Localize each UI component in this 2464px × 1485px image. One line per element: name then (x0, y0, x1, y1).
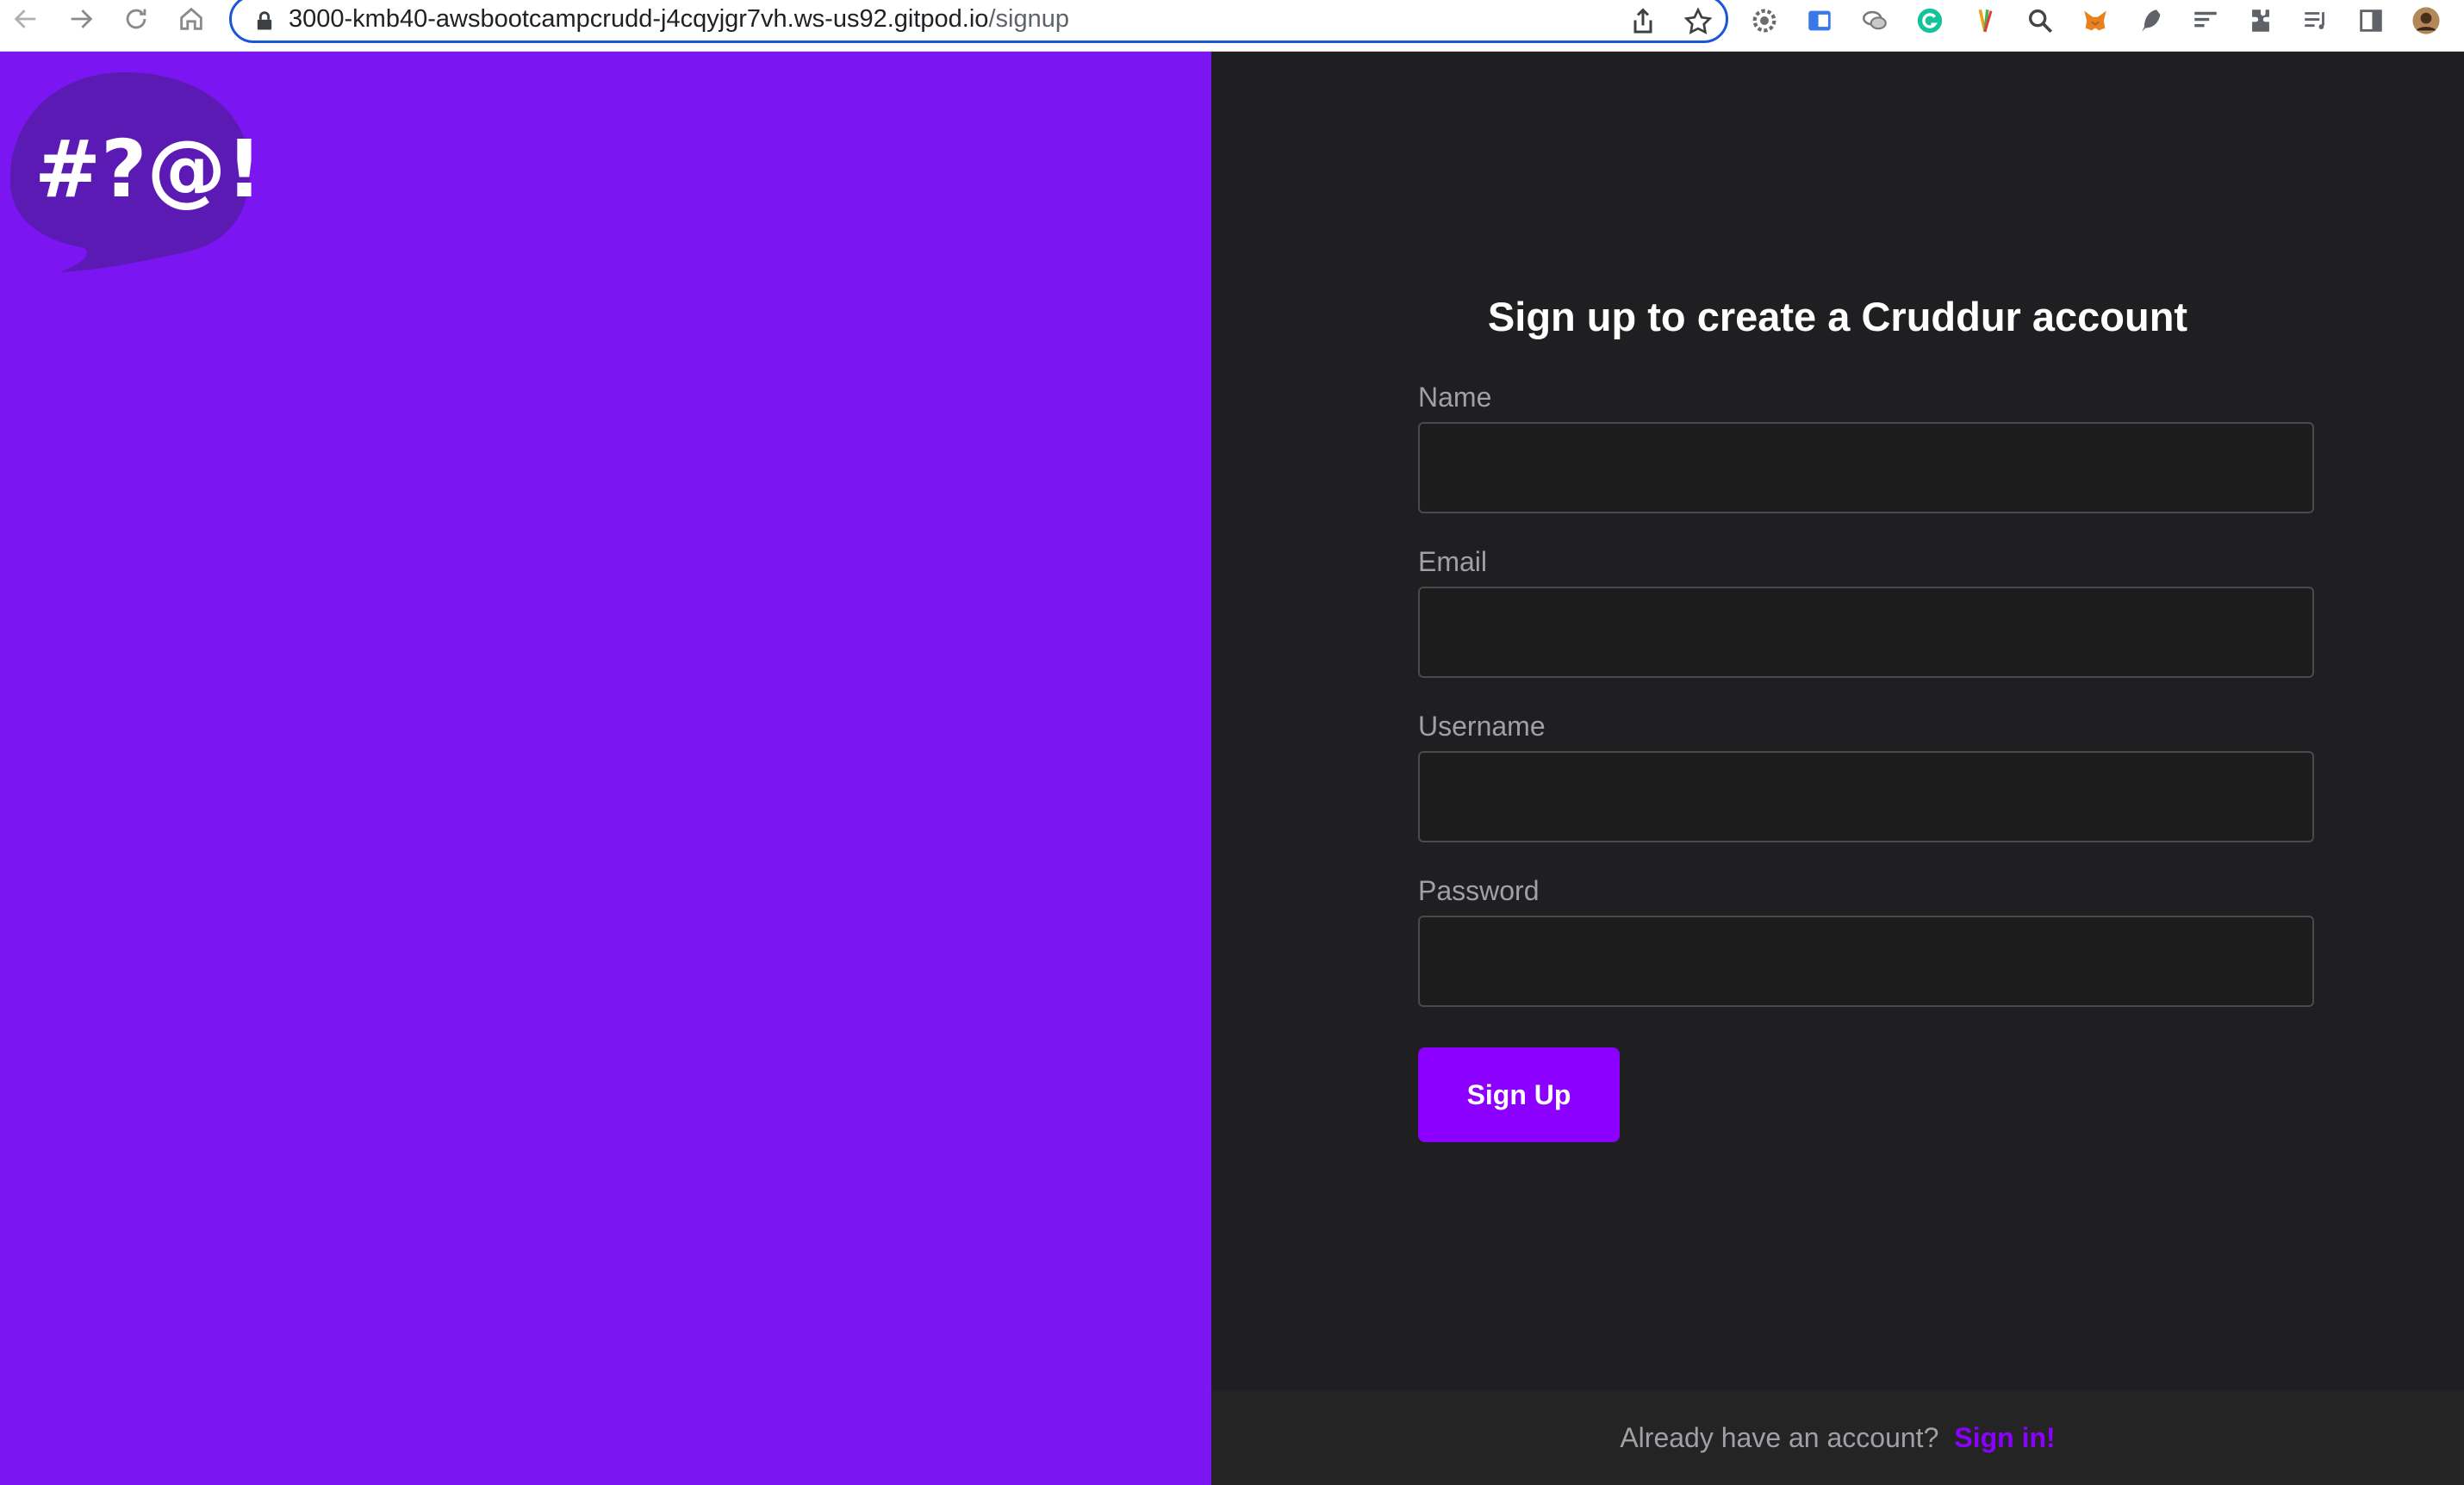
already-have-account-text: Already have an account? (1620, 1421, 1939, 1453)
share-icon[interactable] (1627, 6, 1658, 37)
settings-gear-extension[interactable] (1747, 3, 1782, 38)
url-text: 3000-kmb40-awsbootcampcrudd-j4cqyjgr7vh.… (289, 4, 1069, 34)
magnifier-icon (2028, 9, 2053, 34)
reload-button[interactable] (112, 0, 160, 38)
brand-panel: #?@! (0, 52, 1211, 1485)
metamask-extension[interactable] (2078, 3, 2112, 38)
side-panel-button[interactable] (2354, 3, 2388, 38)
form-title: Sign up to create a Cruddur account (1487, 294, 2188, 339)
settings-gear-icon (1752, 9, 1776, 33)
arrow-right-icon (71, 9, 93, 28)
feather-icon (2142, 9, 2161, 32)
arrow-left-icon (14, 9, 36, 28)
profile-avatar (2412, 7, 2440, 34)
metamask-fox-icon (2084, 10, 2106, 31)
translate-icon (1808, 10, 1831, 31)
username-input[interactable] (1418, 751, 2314, 842)
media-list-icon (2305, 12, 2324, 29)
chat-extension[interactable] (1857, 3, 1892, 38)
grammarly-extension[interactable] (1913, 3, 1947, 38)
email-input[interactable] (1418, 587, 2314, 678)
name-label: Name (1418, 382, 1492, 413)
search-extension[interactable] (2023, 3, 2057, 38)
cruddur-logo: #?@! (9, 71, 252, 272)
sign-up-button[interactable]: Sign Up (1418, 1047, 1620, 1142)
back-button[interactable] (2, 0, 50, 38)
browser-toolbar: 3000-kmb40-awsbootcampcrudd-j4cqyjgr7vh.… (0, 0, 2464, 52)
forward-button[interactable] (57, 0, 105, 38)
feather-extension[interactable] (2133, 3, 2168, 38)
home-icon (180, 7, 202, 30)
name-input[interactable] (1418, 422, 2314, 513)
signin-footer: Already have an account? Sign in! (1211, 1390, 2464, 1485)
url-path: /signup (988, 5, 1069, 33)
profile-button[interactable] (2409, 3, 2443, 38)
password-label: Password (1418, 875, 1540, 906)
pen-tool-icon (1978, 9, 1993, 33)
media-list-button[interactable] (2299, 3, 2333, 38)
email-label: Email (1418, 546, 1488, 577)
sign-in-link[interactable]: Sign in! (1954, 1422, 2055, 1454)
pen-tool-extension[interactable] (1968, 3, 2002, 38)
reading-list-icon (2194, 11, 2217, 28)
lock-icon (257, 11, 272, 30)
password-input[interactable] (1418, 916, 2314, 1007)
address-bar[interactable]: 3000-kmb40-awsbootcampcrudd-j4cqyjgr7vh.… (229, 0, 1728, 43)
chat-bubbles-icon (1862, 10, 1887, 30)
logo-text: #?@! (34, 123, 252, 215)
extension-bar (1747, 3, 2462, 38)
username-label: Username (1418, 711, 1546, 742)
side-panel-icon (2360, 9, 2382, 32)
reload-icon (126, 9, 146, 29)
puzzle-extensions-icon (2252, 9, 2269, 32)
bookmark-star-icon[interactable] (1683, 6, 1714, 37)
extensions-button[interactable] (2243, 3, 2278, 38)
grammarly-icon (1917, 8, 1943, 34)
signup-panel: Sign up to create a Cruddur account Name… (1211, 52, 2464, 1485)
reading-list-extension[interactable] (2188, 3, 2223, 38)
home-button[interactable] (167, 0, 215, 38)
translate-extension[interactable] (1802, 3, 1837, 38)
url-host: 3000-kmb40-awsbootcampcrudd-j4cqyjgr7vh.… (289, 5, 989, 33)
